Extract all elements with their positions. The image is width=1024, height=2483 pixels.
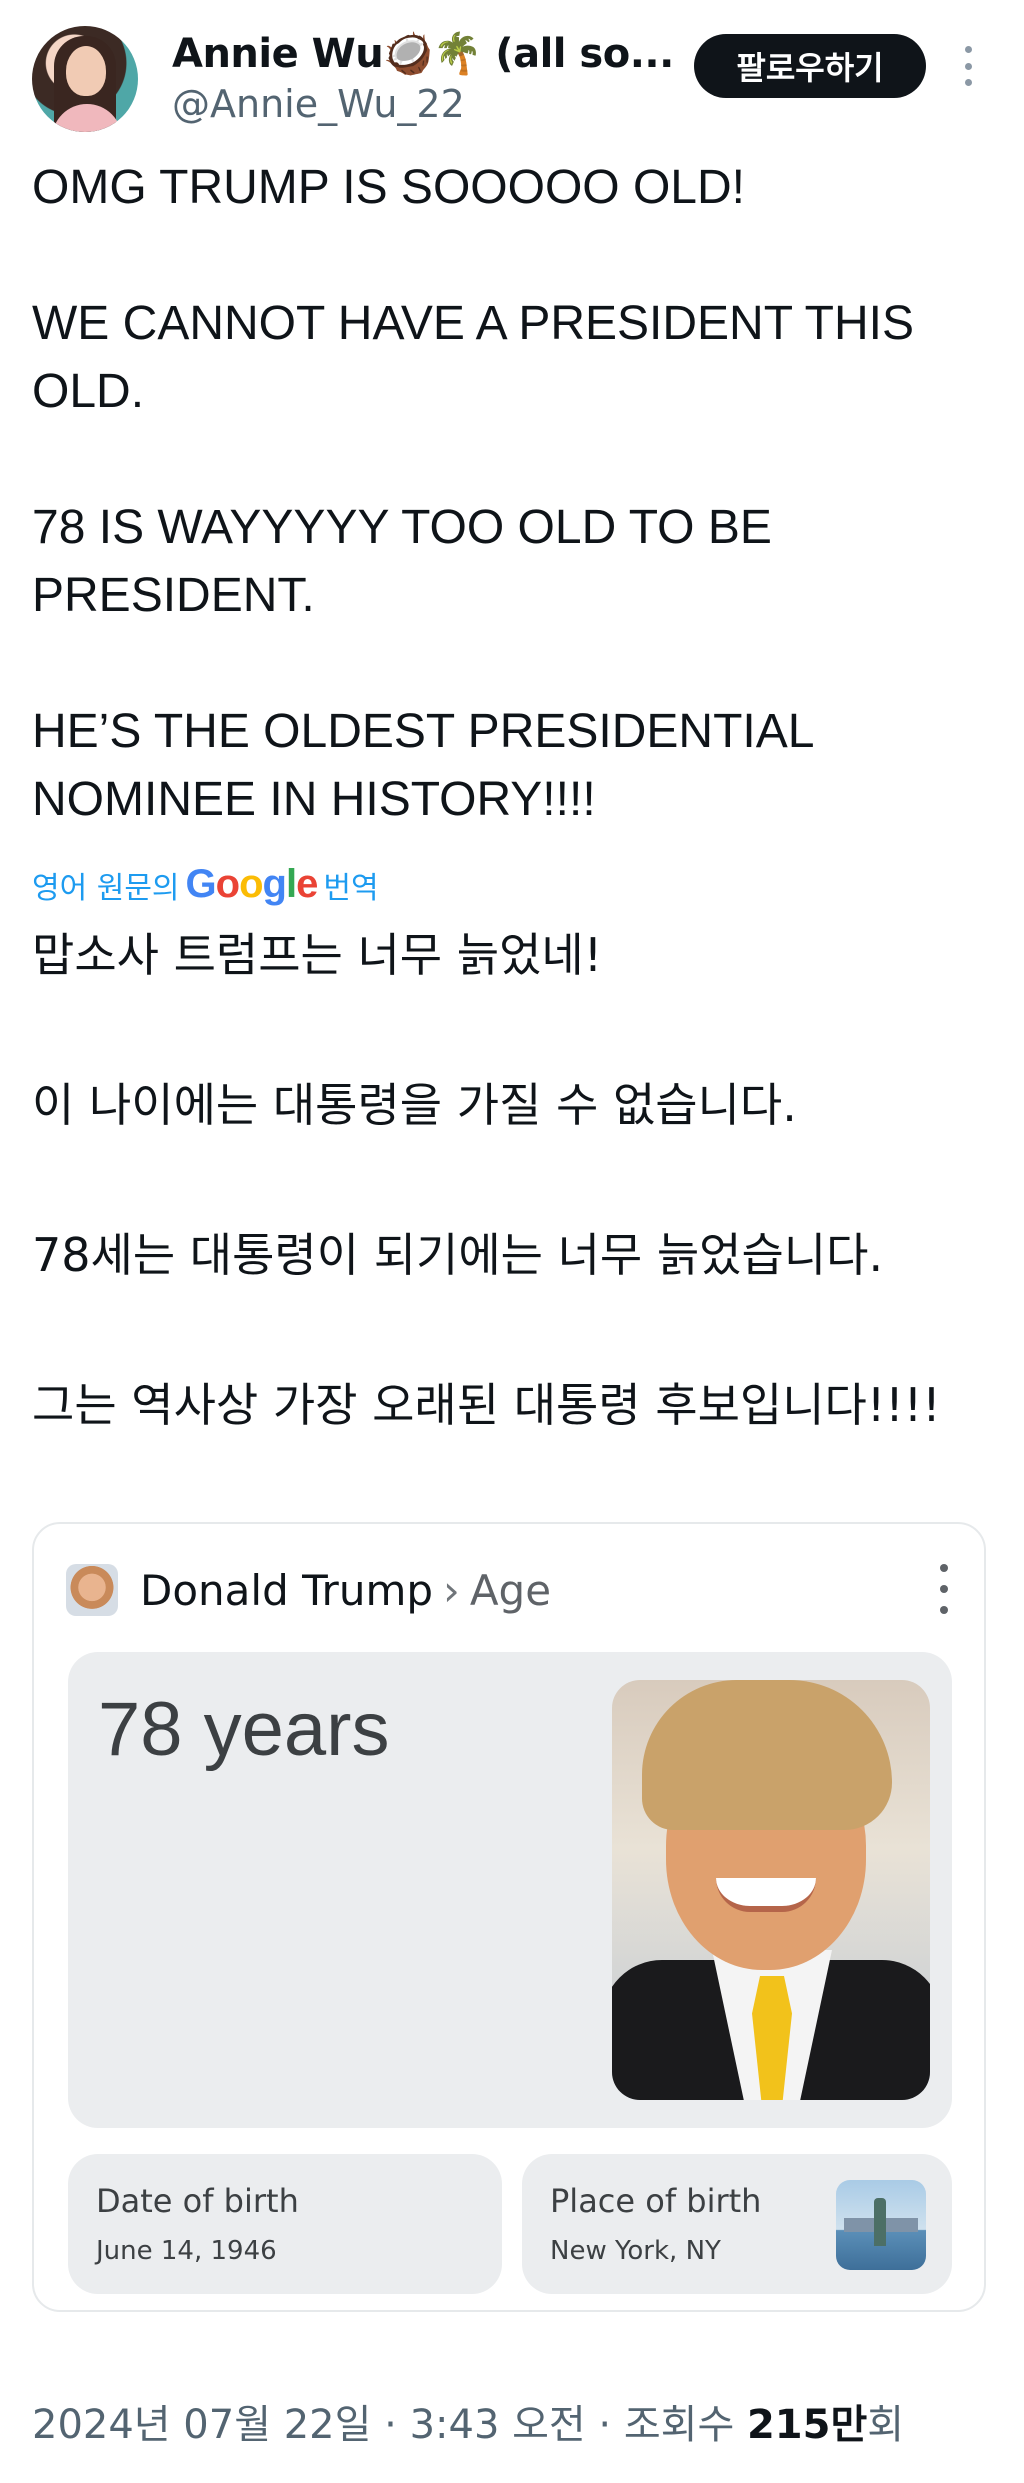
translation-attribution[interactable]: 영어 원문의 Google 번역 [32, 862, 379, 907]
avatar-face [66, 46, 106, 96]
tweet-line: WE CANNOT HAVE A PRESIDENT THIS [32, 297, 914, 350]
author-avatar[interactable] [32, 26, 138, 132]
entity-thumbnail [66, 1564, 118, 1616]
tweet-header: Annie Wu🥥🌴 (all so... @Annie_Wu_22 팔로우하기 [32, 24, 992, 134]
pob-label: Place of birth [550, 2182, 762, 2220]
translated-line: 이 나이에는 대통령을 가질 수 없습니다. [32, 1078, 797, 1132]
view-suffix: 회 [867, 2402, 905, 2448]
pob-value: New York, NY [550, 2236, 721, 2266]
tweet-line: HE’S THE OLDEST PRESIDENTIAL [32, 705, 815, 758]
date-of-birth-box[interactable]: Date of birth June 14, 1946 [68, 2154, 502, 2294]
dob-value: June 14, 1946 [96, 2236, 277, 2266]
breadcrumb-chevron-icon: › [443, 1565, 460, 1615]
translated-line: 78세는 대통령이 되기에는 너무 늙었습니다. [32, 1228, 884, 1282]
card-attribute: Age [469, 1565, 552, 1615]
age-value: 78 years [98, 1687, 390, 1772]
view-count: 215만 [746, 2402, 868, 2448]
card-header: Donald Trump › Age [66, 1562, 551, 1618]
portrait-image[interactable] [612, 1680, 930, 2100]
translation-suffix: 번역 [323, 870, 379, 906]
tweet-line: 78 IS WAYYYYY TOO OLD TO BE [32, 501, 772, 554]
tweet-meta: 2024년 07월 22일 · 3:43 오전 · 조회수 215만회 [32, 2392, 904, 2450]
translated-text: 맙소사 트럼프는 너무 늙었네! 이 나이에는 대통령을 가질 수 없습니다. … [32, 930, 992, 1530]
tweet-body: OMG TRUMP IS SOOOOO OLD! WE CANNOT HAVE … [32, 154, 992, 834]
tweet-line: OMG TRUMP IS SOOOOO OLD! [32, 161, 745, 214]
google-logo: Google [185, 862, 319, 906]
timestamp[interactable]: 2024년 07월 22일 · 3:43 오전 · 조회수 [32, 2402, 747, 2448]
dob-label: Date of birth [96, 2182, 299, 2220]
translated-line: 맙소사 트럼프는 너무 늙었네! [32, 928, 603, 982]
tweet-line: NOMINEE IN HISTORY!!!! [32, 773, 596, 826]
author-handle[interactable]: @Annie_Wu_22 [172, 82, 465, 126]
age-panel: 78 years [68, 1652, 952, 2128]
follow-button[interactable]: 팔로우하기 [694, 34, 926, 98]
city-thumbnail [836, 2180, 926, 2270]
more-vertical-icon[interactable] [934, 1564, 954, 1614]
tweet-line: OLD. [32, 365, 145, 418]
translation-prefix: 영어 원문의 [32, 870, 180, 906]
author-display-name[interactable]: Annie Wu🥥🌴 (all so... [172, 30, 674, 77]
tweet-line: PRESIDENT. [32, 569, 315, 622]
more-vertical-icon[interactable] [958, 46, 978, 86]
card-entity[interactable]: Donald Trump [140, 1566, 433, 1615]
place-of-birth-box[interactable]: Place of birth New York, NY [522, 2154, 952, 2294]
google-knowledge-card[interactable]: Donald Trump › Age 78 years Date of birt… [32, 1522, 986, 2312]
translated-line: 그는 역사상 가장 오래된 대통령 후보입니다!!!! [32, 1378, 941, 1432]
